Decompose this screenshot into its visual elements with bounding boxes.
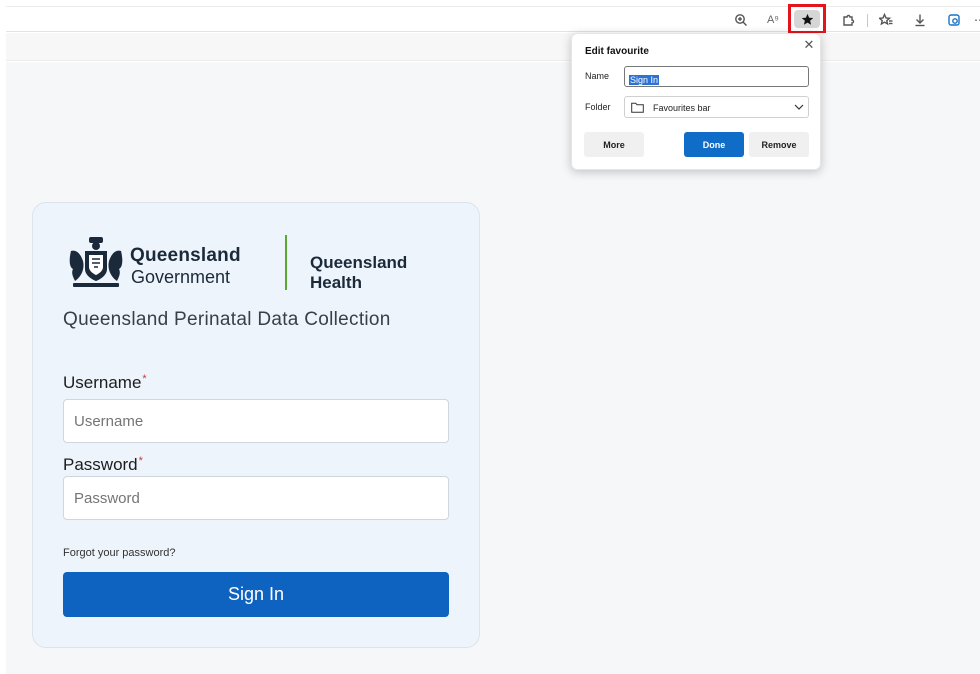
chevron-down-icon bbox=[794, 104, 804, 110]
folder-select[interactable]: Favourites bar bbox=[624, 96, 809, 118]
forgot-password-link[interactable]: Forgot your password? bbox=[63, 547, 176, 559]
edit-favourite-dialog: Edit favourite ✕ Name Sign In Folder Fav… bbox=[571, 33, 821, 170]
sign-in-button[interactable]: Sign In bbox=[63, 572, 449, 617]
queensland-crest-icon bbox=[69, 237, 123, 287]
folder-label: Folder bbox=[585, 102, 611, 112]
gov-name-line2: Government bbox=[131, 267, 231, 287]
read-aloud-icon[interactable]: A⁹ bbox=[762, 11, 784, 29]
brand-divider bbox=[285, 235, 287, 290]
department-name: Queensland Health bbox=[310, 253, 408, 292]
remove-button[interactable]: Remove bbox=[749, 132, 809, 157]
collections-icon[interactable] bbox=[943, 11, 965, 29]
password-input[interactable] bbox=[63, 476, 449, 520]
browser-toolbar: A⁹ ⋯ bbox=[6, 4, 980, 34]
screen: A⁹ ⋯ Queensland Government Queensland He… bbox=[0, 0, 980, 674]
favourites-bar bbox=[6, 33, 980, 61]
username-input[interactable] bbox=[63, 399, 449, 443]
required-marker: * bbox=[142, 373, 147, 385]
more-icon[interactable]: ⋯ bbox=[974, 11, 980, 29]
close-icon[interactable]: ✕ bbox=[802, 37, 816, 52]
brand-logo: Queensland Government Queensland Health bbox=[67, 233, 447, 293]
required-marker: * bbox=[138, 455, 143, 467]
favourites-list-icon[interactable] bbox=[875, 11, 897, 29]
password-label: Password* bbox=[63, 455, 143, 474]
favourite-star-button[interactable] bbox=[788, 4, 826, 34]
favourite-star-icon bbox=[794, 10, 820, 28]
folder-icon bbox=[631, 102, 644, 113]
name-label: Name bbox=[585, 71, 610, 81]
favourite-name-value: Sign In bbox=[629, 75, 660, 85]
toolbar-separator bbox=[867, 14, 868, 27]
done-button[interactable]: Done bbox=[684, 132, 744, 157]
dialog-title: Edit favourite bbox=[585, 46, 649, 57]
more-button[interactable]: More bbox=[584, 132, 644, 157]
zoom-icon[interactable] bbox=[730, 11, 752, 29]
extensions-icon[interactable] bbox=[837, 11, 859, 29]
username-label: Username* bbox=[63, 373, 147, 392]
favourite-name-field[interactable]: Sign In bbox=[624, 66, 809, 87]
folder-value: Favourites bar bbox=[653, 103, 711, 113]
page-title: Queensland Perinatal Data Collection bbox=[63, 309, 391, 330]
login-card: Queensland Government Queensland Health … bbox=[32, 202, 480, 648]
downloads-icon[interactable] bbox=[909, 11, 931, 29]
gov-name-line1: Queensland bbox=[130, 245, 241, 266]
